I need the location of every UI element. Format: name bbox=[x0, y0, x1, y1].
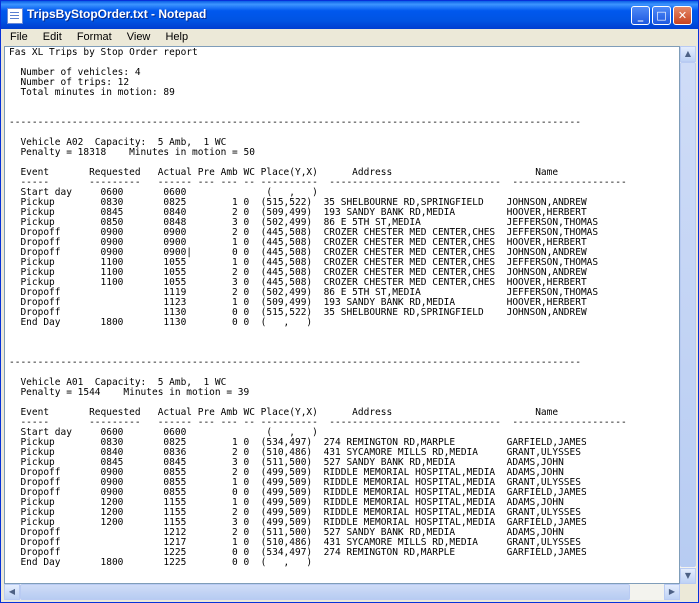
text-line bbox=[9, 98, 627, 108]
notepad-window: TripsByStopOrder.txt - Notepad _ □ ✕ Fil… bbox=[0, 0, 699, 603]
scroll-left-button[interactable]: ◀ bbox=[4, 584, 20, 600]
minimize-button[interactable]: _ bbox=[631, 6, 650, 25]
text-line: Fas XL Trips by Stop Order report bbox=[9, 47, 198, 58]
text-line: Penalty = 1544 Minutes in motion = 39 bbox=[9, 387, 250, 398]
close-button[interactable]: ✕ bbox=[673, 6, 692, 25]
menu-format[interactable]: Format bbox=[71, 29, 118, 43]
menu-bar: File Edit Format View Help bbox=[4, 29, 695, 46]
size-grip[interactable] bbox=[680, 584, 696, 600]
text-line: End Day 1800 1225 0 0 ( , ) bbox=[9, 557, 313, 568]
maximize-button[interactable]: □ bbox=[652, 6, 671, 25]
menu-view[interactable]: View bbox=[121, 29, 157, 43]
menu-file[interactable]: File bbox=[4, 29, 34, 43]
window-title: TripsByStopOrder.txt - Notepad bbox=[27, 7, 207, 21]
text-line bbox=[9, 338, 627, 348]
scroll-right-button[interactable]: ▶ bbox=[664, 584, 680, 600]
document-text[interactable]: Fas XL Trips by Stop Order report Number… bbox=[9, 48, 627, 568]
text-editor-area[interactable]: Fas XL Trips by Stop Order report Number… bbox=[4, 46, 680, 584]
text-line bbox=[9, 328, 627, 338]
notepad-app-icon[interactable] bbox=[7, 8, 23, 24]
scroll-up-button[interactable]: ▲ bbox=[680, 46, 696, 62]
horizontal-scroll-thumb[interactable] bbox=[20, 584, 630, 600]
title-bar[interactable]: TripsByStopOrder.txt - Notepad _ □ ✕ bbox=[1, 1, 698, 29]
text-line: Total minutes in motion: 89 bbox=[9, 87, 175, 98]
vertical-scrollbar[interactable]: ▲ ▼ bbox=[680, 46, 696, 584]
horizontal-scrollbar[interactable]: ◀ ▶ bbox=[4, 584, 680, 600]
scroll-down-button[interactable]: ▼ bbox=[680, 568, 696, 584]
menu-help[interactable]: Help bbox=[159, 29, 194, 43]
text-line: Penalty = 18318 Minutes in motion = 50 bbox=[9, 147, 255, 158]
text-line: ----------------------------------------… bbox=[9, 117, 581, 128]
text-line: ----------------------------------------… bbox=[9, 357, 581, 368]
vertical-scroll-thumb[interactable] bbox=[680, 62, 696, 567]
text-line: End Day 1800 1130 0 0 ( , ) bbox=[9, 317, 313, 328]
menu-edit[interactable]: Edit bbox=[37, 29, 68, 43]
